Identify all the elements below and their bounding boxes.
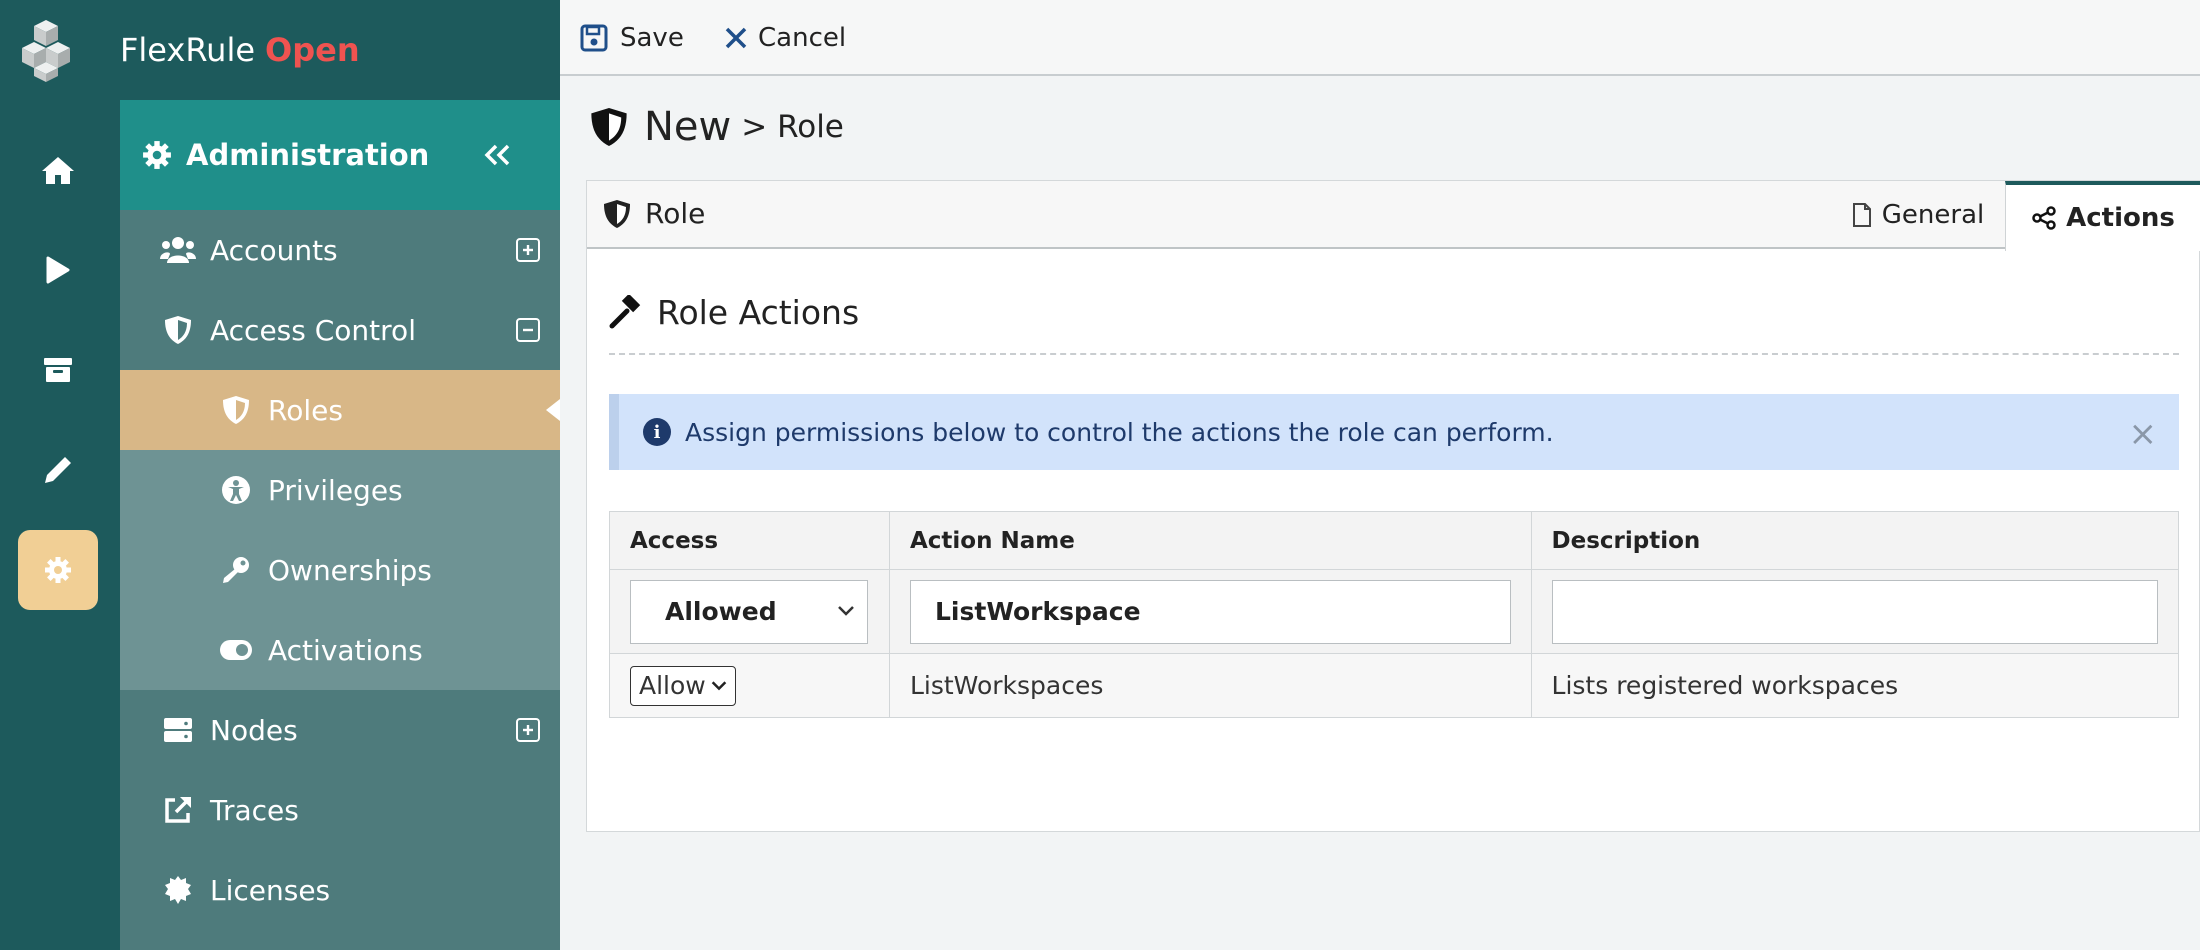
tab-general[interactable]: General	[1833, 181, 2003, 249]
toggle-icon	[216, 630, 256, 670]
expand-plus-icon[interactable]	[516, 238, 540, 262]
shield-icon	[591, 108, 627, 146]
sidebar-item-access-control[interactable]: Access Control	[120, 290, 560, 370]
page-title: New > Role	[590, 104, 844, 150]
pencil-icon	[45, 457, 71, 483]
chevron-down-icon	[711, 680, 727, 690]
column-header-access[interactable]: Access	[609, 511, 890, 570]
key-icon	[216, 550, 256, 590]
home-icon	[42, 157, 74, 184]
brand-name: FlexRule	[120, 31, 256, 69]
sidebar-item-nodes[interactable]: Nodes	[120, 690, 560, 770]
double-chevron-left-icon	[484, 144, 510, 166]
column-header-description[interactable]: Description	[1530, 511, 2180, 570]
gear-icon	[45, 557, 71, 583]
gavel-icon	[609, 294, 641, 328]
tab-actions-label: Actions	[2066, 203, 2175, 233]
save-icon	[580, 24, 608, 52]
title-breadcrumb: > Role	[741, 109, 844, 145]
sidebar-item-licenses[interactable]: Licenses	[120, 850, 560, 930]
section-title-label: Role Actions	[657, 293, 860, 332]
filter-row: Allowed ListWorkspace	[609, 569, 2180, 654]
sidebar-item-label: Privileges	[268, 473, 403, 507]
tab-general-label: General	[1881, 200, 1985, 230]
chevron-down-icon	[838, 605, 854, 616]
cancel-button[interactable]: Cancel	[724, 20, 846, 56]
description-cell: Lists registered workspaces	[1530, 653, 2180, 718]
alert-text: Assign permissions below to control the …	[685, 417, 1554, 447]
shield-icon	[158, 310, 198, 350]
sidebar-item-privileges[interactable]: Privileges	[120, 450, 560, 530]
rail-archive-button[interactable]	[18, 330, 98, 410]
close-icon	[725, 27, 747, 49]
role-panel: Role General Actions Role Actions i Assi…	[586, 180, 2200, 832]
shield-icon	[216, 390, 256, 430]
actions-table: Access Action Name Description Allowed L…	[609, 511, 2180, 718]
expand-plus-icon[interactable]	[516, 718, 540, 742]
file-icon	[1852, 203, 1871, 227]
sidebar-item-label: Accounts	[210, 233, 338, 267]
admin-header: Administration	[120, 100, 560, 210]
sidebar-item-label: Access Control	[210, 313, 416, 347]
collapse-sidebar-button[interactable]	[474, 132, 520, 178]
sidebar-item-ownerships[interactable]: Ownerships	[120, 530, 560, 610]
rail-run-button[interactable]	[18, 230, 98, 310]
rail-edit-button[interactable]	[18, 430, 98, 510]
section-divider	[609, 353, 2179, 355]
admin-title: Administration	[186, 138, 430, 172]
sidebar-item-label: Roles	[268, 393, 343, 427]
flexrule-logo	[22, 20, 70, 82]
gear-icon	[143, 141, 171, 169]
cancel-label: Cancel	[758, 23, 847, 53]
save-button[interactable]: Save	[580, 20, 684, 56]
action-name-filter-value: ListWorkspace	[934, 597, 1141, 626]
action-name-cell: ListWorkspaces	[888, 653, 1532, 718]
rail-settings-button[interactable]	[18, 530, 98, 610]
access-filter-select[interactable]: Allowed	[630, 579, 868, 644]
sidebar-item-label: Licenses	[210, 873, 331, 907]
info-alert: i Assign permissions below to control th…	[609, 394, 2179, 470]
external-link-icon	[158, 790, 198, 830]
table-row: Allow ListWorkspaces Lists registered wo…	[609, 653, 2180, 718]
access-select-value: Allow	[639, 671, 706, 700]
sidebar-item-roles[interactable]: Roles	[120, 370, 560, 450]
toolbar: Save Cancel	[560, 0, 2200, 76]
server-icon	[158, 710, 198, 750]
collapse-minus-icon[interactable]	[516, 318, 540, 342]
shield-icon	[604, 199, 630, 228]
brand-edition: Open	[265, 31, 360, 69]
sidebar-item-label: Traces	[210, 793, 299, 827]
column-header-action-name[interactable]: Action Name	[888, 511, 1532, 570]
icon-rail	[0, 0, 120, 950]
panel-header: Role General Actions	[587, 181, 2200, 251]
rail-home-button[interactable]	[18, 130, 98, 210]
archive-icon	[44, 358, 72, 382]
selected-caret	[546, 399, 560, 421]
sidebar-item-label: Nodes	[210, 713, 298, 747]
person-icon	[216, 470, 256, 510]
tab-actions[interactable]: Actions	[2005, 181, 2200, 251]
description-filter-input[interactable]	[1551, 579, 2158, 644]
sidebar-item-label: Ownerships	[268, 553, 432, 587]
sidebar-item-label: Activations	[268, 633, 423, 667]
sidebar-item-activations[interactable]: Activations	[120, 610, 560, 690]
share-nodes-icon	[2032, 206, 2056, 230]
section-title: Role Actions	[609, 293, 859, 332]
save-label: Save	[620, 23, 684, 53]
action-name-filter-input[interactable]: ListWorkspace	[909, 579, 1511, 644]
badge-icon	[158, 870, 198, 910]
panel-title-label: Role	[645, 197, 706, 230]
play-icon	[46, 256, 70, 284]
users-icon	[158, 230, 198, 270]
title-new: New	[644, 104, 732, 150]
info-icon: i	[643, 418, 671, 446]
sidebar-item-traces[interactable]: Traces	[120, 770, 560, 850]
panel-title: Role	[603, 197, 705, 230]
access-filter-value: Allowed	[665, 597, 777, 626]
access-select[interactable]: Allow	[630, 665, 736, 706]
alert-close-button[interactable]: ×	[2129, 414, 2158, 454]
brand: FlexRule Open	[120, 0, 560, 100]
sidebar-item-accounts[interactable]: Accounts	[120, 210, 560, 290]
admin-sidebar: Administration Accounts Access Control R…	[120, 100, 560, 950]
